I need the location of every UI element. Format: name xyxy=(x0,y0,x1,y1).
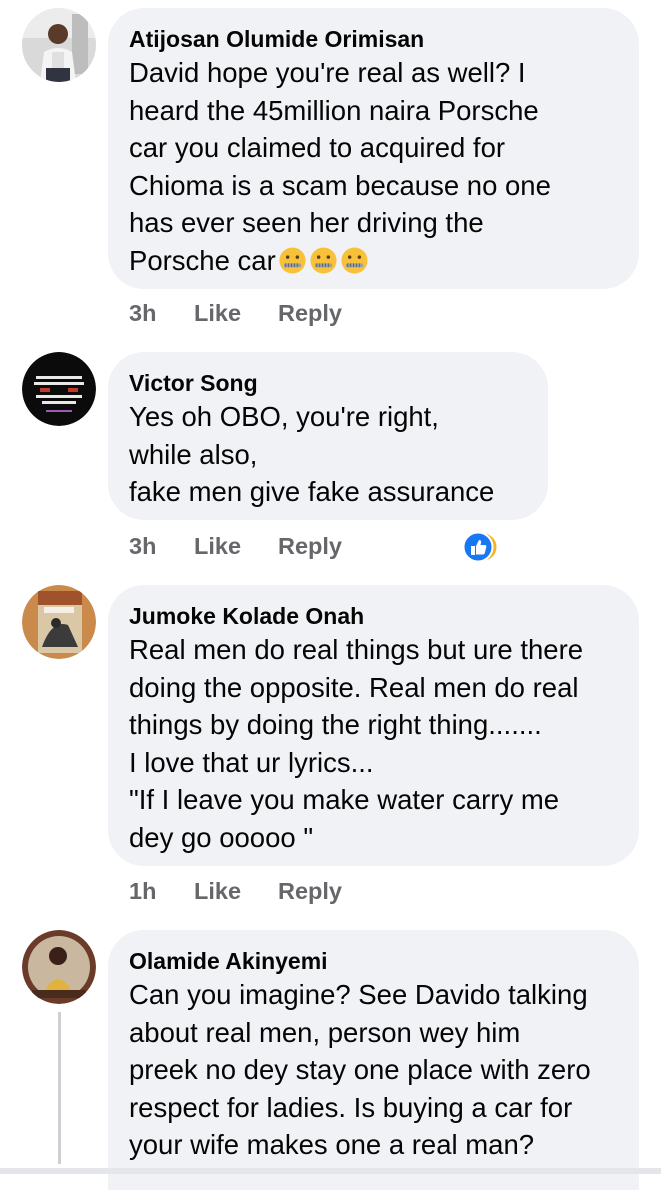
comment-author[interactable]: Victor Song xyxy=(129,368,526,398)
profile-photo-icon xyxy=(22,930,96,1004)
like-button[interactable]: Like xyxy=(194,533,241,560)
reply-thread-line xyxy=(58,1012,61,1164)
avatar[interactable] xyxy=(22,930,96,1004)
comment-text: Real men do real things but ure there do… xyxy=(129,634,584,853)
comment-timestamp[interactable]: 1h xyxy=(129,878,156,905)
quote-image-icon xyxy=(22,352,96,426)
comment-author[interactable]: Atijosan Olumide Orimisan xyxy=(129,24,617,54)
like-button[interactable]: Like xyxy=(194,878,241,905)
like-button[interactable]: Like xyxy=(194,300,241,327)
comment-text-content: David hope you're real as well? I heard … xyxy=(129,57,551,276)
avatar[interactable] xyxy=(22,585,96,659)
avatar[interactable] xyxy=(22,352,96,426)
comment-text: Yes oh OBO, you're right, while also, fa… xyxy=(129,401,495,507)
profile-photo-icon xyxy=(22,8,96,82)
zipper-mouth-face-icon xyxy=(338,245,369,276)
like-reaction-icon xyxy=(462,531,494,563)
comment-bubble: Atijosan Olumide Orimisan David hope you… xyxy=(108,8,639,289)
reply-button[interactable]: Reply xyxy=(278,878,342,905)
comment-timestamp[interactable]: 3h xyxy=(129,533,156,560)
book-cover-icon xyxy=(22,585,96,659)
comment-text: Can you imagine? See Davido talking abou… xyxy=(129,979,591,1160)
zipper-mouth-face-icon xyxy=(307,245,338,276)
zipper-mouth-face-icon xyxy=(276,245,307,276)
comment-timestamp[interactable]: 3h xyxy=(129,300,156,327)
reply-button[interactable]: Reply xyxy=(278,533,342,560)
comment-actions: 3h Like Reply 4 xyxy=(129,531,649,563)
avatar[interactable] xyxy=(22,8,96,82)
comment-author[interactable]: Jumoke Kolade Onah xyxy=(129,601,617,631)
comment-bubble: Jumoke Kolade Onah Real men do real thin… xyxy=(108,585,639,866)
reply-button[interactable]: Reply xyxy=(278,300,342,327)
comment-bubble: Victor Song Yes oh OBO, you're right, wh… xyxy=(108,352,548,520)
comment-author[interactable]: Olamide Akinyemi xyxy=(129,946,617,976)
comment-text: David hope you're real as well? I heard … xyxy=(129,54,617,279)
bottom-divider xyxy=(0,1168,661,1174)
comment-bubble: Olamide Akinyemi Can you imagine? See Da… xyxy=(108,930,639,1190)
